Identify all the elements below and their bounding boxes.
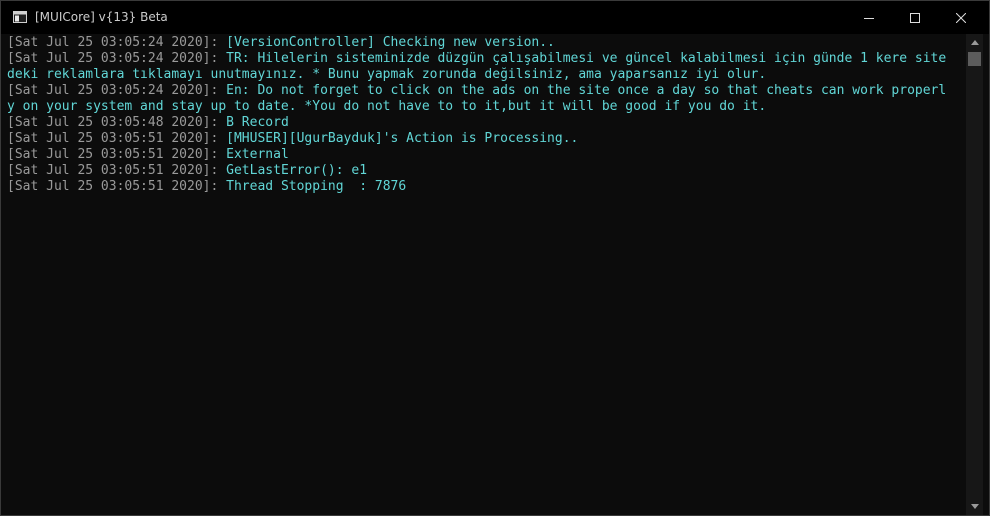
scroll-up-button[interactable] [966, 34, 983, 51]
log-line: [Sat Jul 25 03:05:51 2020]: External [7, 147, 289, 163]
console-app-icon [13, 11, 27, 23]
log-timestamp: [Sat Jul 25 03:05:24 2020]: [7, 51, 219, 66]
log-line: [Sat Jul 25 03:05:24 2020]: En: Do not f… [7, 83, 946, 99]
log-line: [Sat Jul 25 03:05:24 2020]: [VersionCont… [7, 35, 555, 51]
log-message: External [218, 147, 289, 162]
scroll-down-arrow-icon [970, 504, 979, 509]
log-message: GetLastError(): e1 [218, 163, 368, 178]
log-message: TR: Hilelerin sisteminizde düzgün çalışa… [218, 51, 947, 66]
log-timestamp: [Sat Jul 25 03:05:24 2020]: [7, 83, 219, 98]
log-message: y on your system and stay up to date. *Y… [7, 99, 767, 114]
scroll-down-button[interactable] [966, 498, 983, 515]
log-message: [MHUSER][UgurBayduk]'s Action is Process… [218, 131, 579, 146]
log-message: deki reklamlara tıklamayı unutmayınız. *… [7, 67, 767, 82]
close-icon [956, 12, 966, 23]
log-line: y on your system and stay up to date. *Y… [7, 99, 766, 115]
scrollbar-thumb[interactable] [968, 52, 981, 66]
log-line: [Sat Jul 25 03:05:51 2020]: Thread Stopp… [7, 179, 406, 195]
log-timestamp: [Sat Jul 25 03:05:24 2020]: [7, 35, 219, 50]
log-timestamp: [Sat Jul 25 03:05:51 2020]: [7, 147, 219, 162]
log-line: deki reklamlara tıklamayı unutmayınız. *… [7, 67, 766, 83]
log-message: B Record [218, 115, 289, 130]
title-bar[interactable]: [MUICore] v{13} Beta [1, 1, 989, 34]
log-timestamp: [Sat Jul 25 03:05:48 2020]: [7, 115, 219, 130]
log-message: Thread Stopping : 7876 [218, 179, 407, 194]
maximize-button[interactable] [892, 1, 938, 34]
minimize-button[interactable] [846, 1, 892, 34]
log-timestamp: [Sat Jul 25 03:05:51 2020]: [7, 163, 219, 178]
log-line: [Sat Jul 25 03:05:51 2020]: [MHUSER][Ugu… [7, 131, 578, 147]
log-message: En: Do not forget to click on the ads on… [218, 83, 947, 98]
vertical-scrollbar[interactable] [966, 34, 983, 515]
log-line: [Sat Jul 25 03:05:48 2020]: B Record [7, 115, 289, 131]
log-message: [VersionController] Checking new version… [218, 35, 555, 50]
console-window: [MUICore] v{13} Beta [Sat Jul 25 03:05:2… [0, 0, 990, 516]
log-line: [Sat Jul 25 03:05:24 2020]: TR: Hileleri… [7, 51, 946, 67]
log-timestamp: [Sat Jul 25 03:05:51 2020]: [7, 131, 219, 146]
log-timestamp: [Sat Jul 25 03:05:51 2020]: [7, 179, 219, 194]
log-line: [Sat Jul 25 03:05:51 2020]: GetLastError… [7, 163, 367, 179]
minimize-icon [864, 17, 874, 19]
maximize-icon [910, 12, 920, 23]
console-output[interactable]: [Sat Jul 25 03:05:24 2020]: [VersionCont… [1, 34, 966, 515]
close-button[interactable] [938, 1, 984, 34]
window-title: [MUICore] v{13} Beta [35, 10, 168, 24]
scroll-up-arrow-icon [970, 40, 979, 45]
